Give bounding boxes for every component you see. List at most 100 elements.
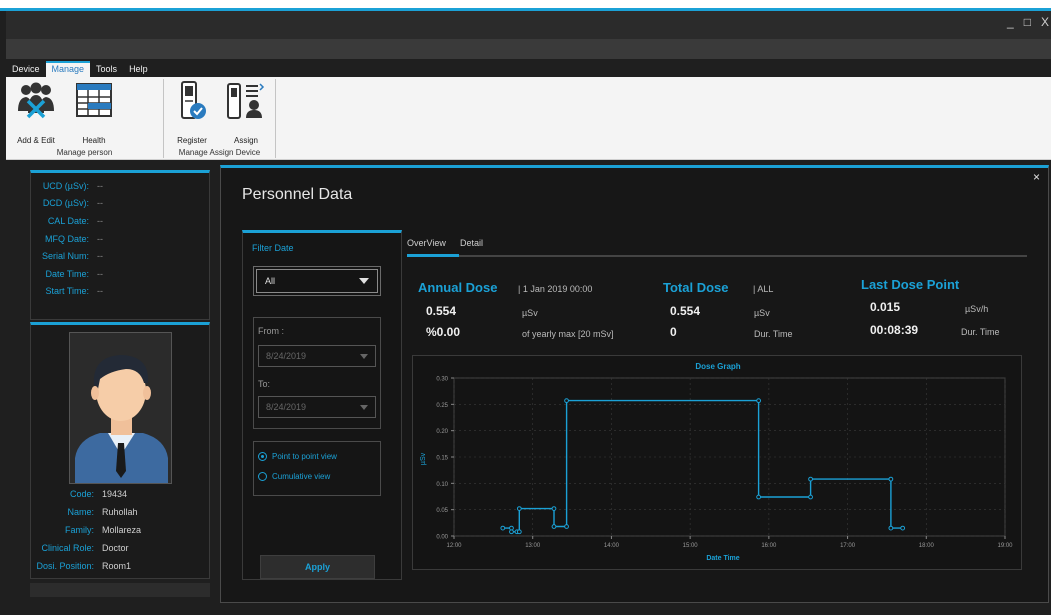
annual-dose-value: 0.554 — [426, 304, 457, 318]
health-button[interactable]: Health — [68, 79, 120, 145]
filter-select-value: All — [265, 276, 276, 286]
total-count-label: Dur. Time — [754, 329, 793, 339]
person-value: Room1 — [102, 561, 132, 571]
chart-y-tick-label: 0.00 — [436, 535, 448, 541]
chart-y-tick-label: 0.05 — [436, 508, 448, 514]
app-window: _ □ X Device Manage Tools Help Add & Edi… — [0, 0, 1051, 615]
tab-bar: OverView Detail — [407, 236, 1027, 257]
person-avatar-icon — [70, 333, 171, 483]
menu-device[interactable]: Device — [6, 61, 46, 77]
chart-x-tick-label: 12:00 — [446, 543, 462, 549]
dose-data-point — [900, 525, 906, 531]
point-to-point-radio[interactable]: Point to point view — [258, 452, 337, 461]
menu-bar: Device Manage Tools Help — [6, 61, 154, 77]
close-window-button[interactable]: X — [1041, 15, 1049, 29]
person-label: Family: — [65, 525, 94, 535]
person-value: Ruhollah — [102, 507, 138, 517]
chevron-down-icon — [359, 278, 369, 284]
avatar — [69, 332, 172, 484]
dose-graph-chart: Dose Graph Date Time µSv 0.00 0.05 0.10 0.1… — [420, 362, 1013, 562]
person-code-row: Code: 19434 — [31, 489, 211, 499]
total-dose-title: Total Dose — [663, 280, 729, 295]
add-edit-label: Add & Edit — [17, 136, 55, 145]
chart-y-tick-label: 0.30 — [436, 377, 448, 383]
minimize-button[interactable]: _ — [1007, 15, 1014, 29]
info-value: -- — [97, 215, 103, 226]
window-top-border — [0, 0, 1051, 8]
register-button[interactable]: Register — [166, 79, 218, 145]
left-bottom-strip — [30, 583, 210, 597]
radio-selected-icon — [258, 452, 267, 461]
dose-data-point — [551, 524, 557, 529]
cumulative-radio[interactable]: Cumulative view — [258, 472, 330, 481]
chevron-down-icon — [360, 353, 368, 359]
total-dose-scope: | ALL — [753, 284, 774, 294]
info-row-mfq-date: MFQ Date: -- — [31, 230, 209, 248]
title-bar: _ □ X — [6, 11, 1051, 39]
total-dose-unit: µSv — [754, 308, 770, 318]
from-date-picker[interactable]: 8/24/2019 — [258, 345, 376, 367]
info-label: Start Time: — [45, 286, 89, 297]
menu-tools[interactable]: Tools — [90, 61, 123, 77]
last-dose-title: Last Dose Point — [861, 277, 960, 292]
chart-y-tick-label: 0.10 — [436, 482, 448, 488]
dialog-close-button[interactable]: × — [1033, 170, 1040, 184]
to-date-value: 8/24/2019 — [266, 402, 307, 412]
menu-help[interactable]: Help — [123, 61, 154, 77]
info-value: -- — [97, 268, 103, 279]
person-value: 19434 — [102, 489, 128, 499]
filter-title: Filter Date — [252, 243, 294, 253]
info-label: UCD (µSv): — [42, 180, 89, 191]
chart-y-axis-label: µSv — [420, 452, 427, 465]
filter-panel: Filter Date All From : 8/24/2019 To: 8/2… — [242, 230, 402, 580]
annual-dose-unit: µSv — [522, 308, 538, 318]
chart-y-tick-label: 0.25 — [436, 403, 448, 409]
ribbon: Add & Edit Health Manage person Register… — [6, 77, 1051, 160]
person-family-row: Family: Mollareza — [31, 525, 211, 535]
info-label: MFQ Date: — [44, 233, 89, 244]
dose-data-point — [756, 398, 762, 404]
info-label: CAL Date: — [47, 215, 89, 226]
chart-x-tick-label: 15:00 — [683, 543, 699, 549]
ribbon-group-title: Manage Assign Device — [178, 148, 261, 157]
filter-date-select[interactable]: All — [253, 266, 381, 296]
device-assign-person-icon — [227, 83, 265, 119]
chart-title: Dose Graph — [695, 362, 740, 371]
dose-data-point — [756, 494, 762, 500]
dose-series-line — [502, 399, 903, 533]
people-tools-icon — [18, 82, 54, 119]
tab-overview[interactable]: OverView — [407, 238, 446, 248]
date-range-box: From : 8/24/2019 To: 8/24/2019 — [253, 317, 381, 429]
menu-bar-background — [6, 39, 1051, 59]
dose-data-point — [808, 494, 813, 500]
tab-active-indicator — [407, 254, 459, 257]
info-value: -- — [97, 251, 103, 262]
dose-data-point — [516, 529, 522, 535]
dose-data-point — [500, 525, 506, 531]
assign-label: Assign — [233, 136, 258, 145]
person-value: Mollareza — [102, 525, 142, 535]
add-edit-button[interactable]: Add & Edit — [10, 79, 62, 145]
dose-graph-box: Dose Graph Date Time µSv 0.00 0.05 0.10 0.1… — [412, 355, 1022, 570]
health-label: Health — [82, 136, 106, 145]
radio-unselected-icon — [258, 472, 267, 481]
annual-percent: %0.00 — [426, 325, 461, 339]
last-dose-value: 0.015 — [870, 300, 901, 314]
tab-detail[interactable]: Detail — [460, 238, 483, 248]
to-label: To: — [258, 379, 271, 389]
maximize-button[interactable]: □ — [1024, 15, 1031, 29]
radio-label: Cumulative view — [272, 472, 331, 481]
menu-manage[interactable]: Manage — [45, 61, 91, 77]
info-label: Date Time: — [45, 268, 89, 279]
total-dose-value: 0.554 — [670, 304, 701, 318]
to-date-picker[interactable]: 8/24/2019 — [258, 396, 376, 418]
chart-x-tick-label: 17:00 — [840, 543, 856, 549]
ribbon-group-manage-assign-device: Register Assign Manage Assign Device — [164, 79, 276, 158]
apply-button[interactable]: Apply — [260, 555, 375, 579]
last-dose-time: 00:08:39 — [870, 323, 919, 337]
personnel-data-dialog: Personnel Data × Filter Date All From : … — [220, 165, 1049, 603]
person-label: Dosi. Position: — [36, 561, 94, 571]
assign-button[interactable]: Assign — [220, 79, 272, 145]
last-dose-unit: µSv/h — [965, 304, 989, 314]
info-row-dcd: DCD (µSv): -- — [31, 195, 209, 213]
